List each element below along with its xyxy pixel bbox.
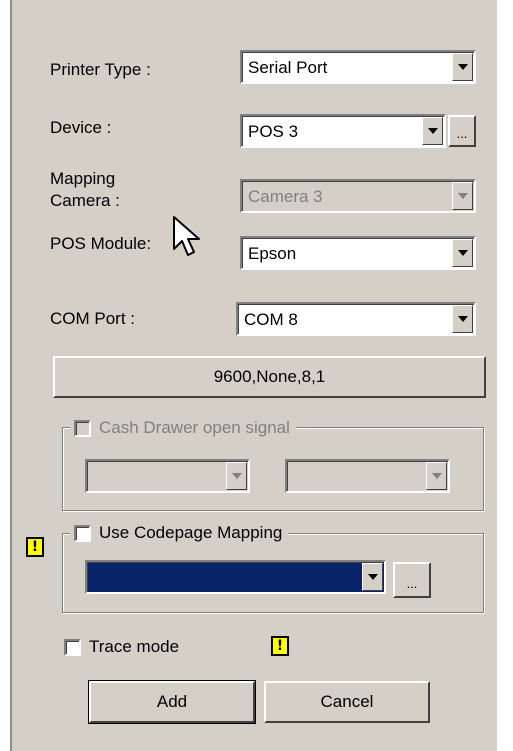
cash-drawer-right-dropdown-button[interactable] (426, 462, 447, 490)
printer-type-label: Printer Type : (50, 60, 151, 79)
mouse-pointer-icon (173, 216, 200, 256)
device-value: POS 3 (248, 122, 299, 141)
chevron-down-icon (231, 473, 242, 479)
codepage-checkbox[interactable] (74, 524, 91, 542)
printer-type-value: Serial Port (248, 58, 328, 77)
chevron-down-icon (457, 316, 468, 322)
com-port-label: COM Port : (50, 309, 136, 328)
codepage-title: Use Codepage Mapping (70, 522, 289, 544)
device-browse-button[interactable]: ... (448, 115, 476, 147)
cash-drawer-title: Cash Drawer open signal (70, 417, 296, 439)
codepage-dropdown-button[interactable] (362, 563, 383, 591)
com-port-dropdown-button[interactable] (452, 305, 473, 333)
trace-mode-label: Trace mode (89, 637, 180, 656)
printer-type-select[interactable]: Serial Port (240, 50, 476, 84)
chevron-down-icon (457, 193, 468, 199)
cash-drawer-checkbox[interactable] (74, 419, 91, 437)
cash-drawer-left-dropdown-button[interactable] (226, 462, 247, 490)
mapping-camera-label: Mapping Camera : (50, 168, 120, 212)
device-select[interactable]: POS 3 (240, 114, 446, 148)
cash-drawer-left-select[interactable] (85, 459, 250, 493)
device-label: Device : (50, 118, 112, 137)
pos-module-label: POS Module: (50, 234, 152, 253)
pos-module-dropdown-button[interactable] (452, 239, 473, 267)
add-button[interactable]: Add (88, 680, 256, 724)
chevron-down-icon (367, 574, 378, 580)
cancel-button[interactable]: Cancel (264, 681, 430, 723)
codepage-warning-icon: ! (26, 537, 44, 557)
serial-settings-button[interactable]: 9600,None,8,1 (53, 356, 486, 398)
cash-drawer-right-select[interactable] (285, 459, 450, 493)
com-port-select[interactable]: COM 8 (236, 302, 476, 336)
trace-warning-icon: ! (271, 636, 289, 656)
device-dropdown-button[interactable] (422, 117, 443, 145)
codepage-browse-button[interactable]: ... (393, 562, 431, 598)
mapping-camera-select[interactable]: Camera 3 (240, 179, 476, 213)
mapping-camera-dropdown-button[interactable] (452, 182, 473, 210)
cash-drawer-label: Cash Drawer open signal (99, 418, 290, 437)
mapping-camera-value: Camera 3 (248, 187, 323, 206)
chevron-down-icon (457, 64, 468, 70)
codepage-label: Use Codepage Mapping (99, 523, 283, 542)
chevron-down-icon (431, 473, 442, 479)
codepage-select[interactable] (85, 560, 386, 594)
trace-mode-row: Trace mode (64, 637, 179, 657)
mapping-camera-label-line1: Mapping (50, 169, 116, 188)
pos-module-value: Epson (248, 244, 297, 263)
com-port-value: COM 8 (244, 310, 298, 329)
chevron-down-icon (457, 250, 468, 256)
trace-mode-checkbox[interactable] (64, 638, 81, 656)
mapping-camera-label-line2: Camera : (50, 191, 120, 210)
printer-type-dropdown-button[interactable] (452, 53, 473, 81)
chevron-down-icon (427, 128, 438, 134)
pos-module-select[interactable]: Epson (240, 236, 476, 270)
